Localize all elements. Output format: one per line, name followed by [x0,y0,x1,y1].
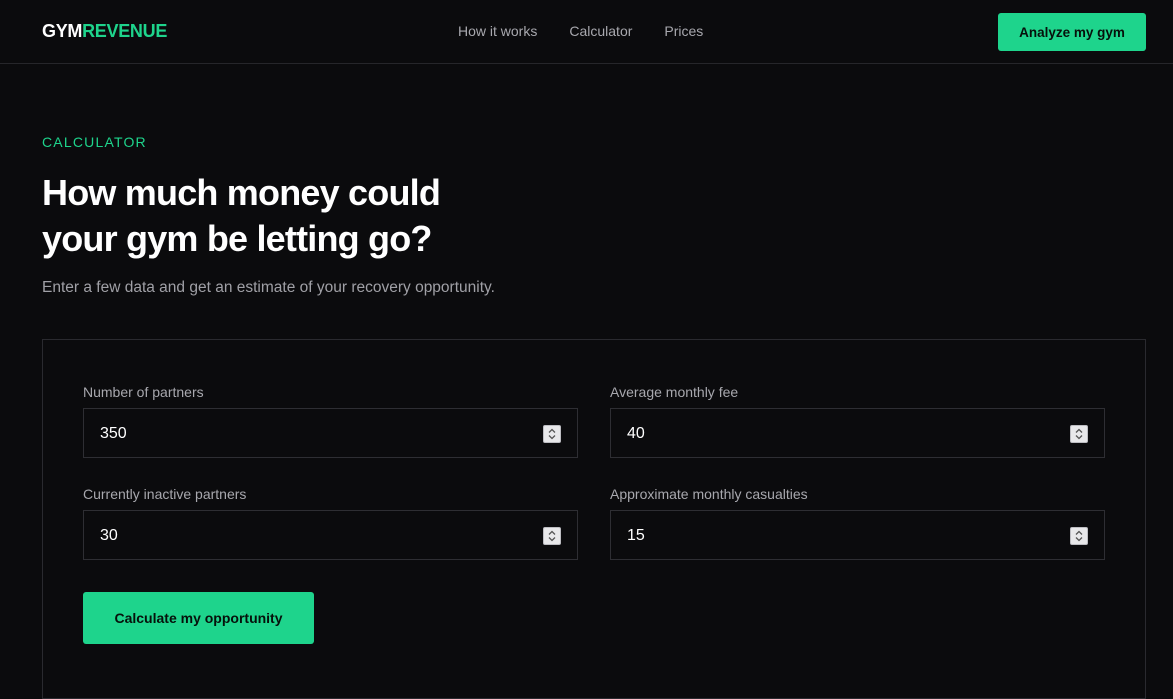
main-nav: How it works Calculator Prices [458,22,703,40]
calculator-card: Number of partners 350 Average monthly f… [42,339,1146,699]
monthly-fee-label: Average monthly fee [610,384,739,400]
partners-label: Number of partners [83,384,204,400]
top-header: GYMREVENUE How it works Calculator Price… [0,0,1173,64]
nav-link-how-it-works[interactable]: How it works [458,22,537,40]
analyze-my-gym-button[interactable]: Analyze my gym [998,13,1146,51]
partners-value: 350 [100,425,127,442]
inactive-partners-input[interactable]: 30 [83,510,578,560]
page-subtitle: Enter a few data and get an estimate of … [42,279,495,296]
calculate-opportunity-button[interactable]: Calculate my opportunity [83,592,314,644]
logo[interactable]: GYMREVENUE [42,20,167,42]
inactive-partners-label: Currently inactive partners [83,486,247,502]
nav-link-calculator[interactable]: Calculator [569,22,632,40]
monthly-casualties-value: 15 [627,527,645,544]
logo-text-gym: GYM [42,21,83,41]
nav-link-prices[interactable]: Prices [664,22,703,40]
page-title: How much money could your gym be letting… [42,170,502,262]
monthly-casualties-input[interactable]: 15 [610,510,1105,560]
section-eyebrow: CALCULATOR [42,134,147,150]
monthly-fee-input[interactable]: 40 [610,408,1105,458]
page-title-line-2: your gym be letting go? [42,218,432,259]
number-stepper-icon[interactable] [543,425,561,443]
monthly-fee-value: 40 [627,425,645,442]
number-stepper-icon[interactable] [543,527,561,545]
inactive-partners-value: 30 [100,527,118,544]
number-stepper-icon[interactable] [1070,425,1088,443]
partners-input[interactable]: 350 [83,408,578,458]
logo-text-revenue: REVENUE [82,21,168,41]
page-title-line-1: How much money could [42,172,441,213]
number-stepper-icon[interactable] [1070,527,1088,545]
monthly-casualties-label: Approximate monthly casualties [610,486,808,502]
